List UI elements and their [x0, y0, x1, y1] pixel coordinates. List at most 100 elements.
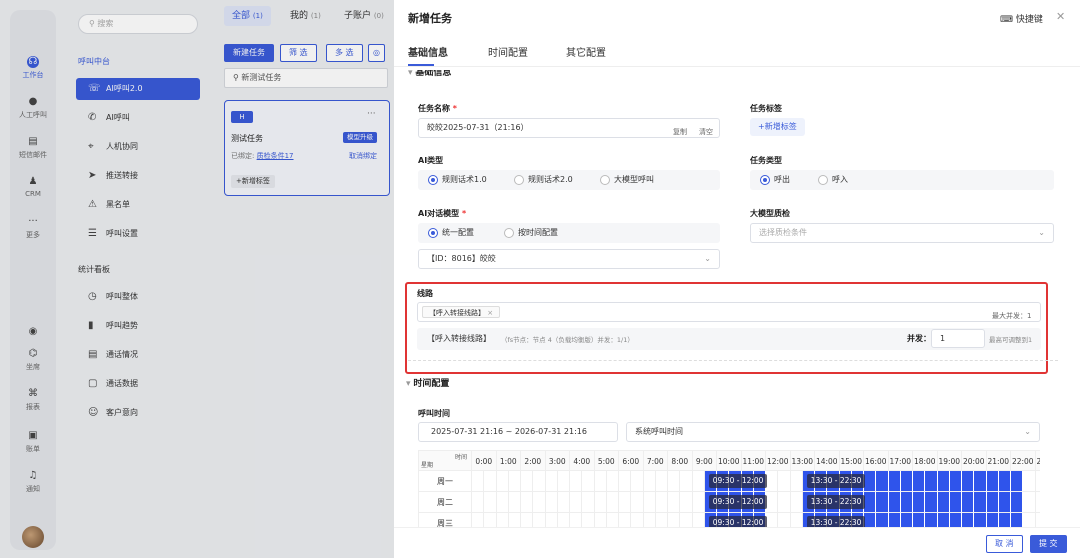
schedule-cell[interactable]	[778, 492, 791, 513]
schedule-cell[interactable]	[594, 513, 607, 528]
schedule-cell[interactable]	[790, 513, 803, 528]
schedule-cell[interactable]	[582, 471, 595, 492]
schedule-cell[interactable]	[692, 471, 705, 492]
schedule-cell[interactable]	[998, 492, 1011, 513]
schedule-cell[interactable]	[766, 492, 779, 513]
schedule-cell[interactable]	[508, 471, 521, 492]
schedule-cell[interactable]	[655, 471, 668, 492]
schedule-cell[interactable]	[484, 513, 497, 528]
schedule-cell[interactable]	[937, 513, 950, 528]
schedule-cell[interactable]	[606, 513, 619, 528]
schedule-cell[interactable]	[680, 513, 693, 528]
schedule-cell[interactable]	[864, 471, 877, 492]
cancel-button[interactable]: 取 消	[986, 535, 1023, 553]
schedule-cell[interactable]	[643, 492, 656, 513]
chip-close-icon[interactable]: ×	[487, 309, 493, 317]
schedule-cell[interactable]	[1011, 513, 1024, 528]
close-icon[interactable]: ✕	[1056, 10, 1065, 23]
schedule-cell[interactable]	[594, 492, 607, 513]
schedule-cell[interactable]	[998, 513, 1011, 528]
schedule-cell[interactable]	[864, 513, 877, 528]
schedule-cell[interactable]	[937, 471, 950, 492]
schedule-cell[interactable]	[643, 471, 656, 492]
shortcut-button[interactable]: ⌨ 快捷键	[1000, 12, 1043, 25]
schedule-cell[interactable]	[974, 492, 987, 513]
schedule-cell[interactable]	[668, 492, 681, 513]
schedule-cell[interactable]	[496, 513, 509, 528]
schedule-cell[interactable]	[472, 492, 485, 513]
schedule-cell[interactable]	[570, 513, 583, 528]
schedule-cell[interactable]	[692, 492, 705, 513]
schedule-cell[interactable]	[484, 492, 497, 513]
schedule-cell[interactable]	[1023, 471, 1036, 492]
schedule-cell[interactable]	[557, 471, 570, 492]
schedule-cell[interactable]	[900, 513, 913, 528]
schedule-cell[interactable]	[533, 471, 546, 492]
schedule-cell[interactable]	[655, 513, 668, 528]
schedule-cell[interactable]	[619, 492, 632, 513]
schedule-cell[interactable]	[876, 513, 889, 528]
concurrency-input[interactable]: 1	[931, 329, 985, 348]
schedule-cell[interactable]	[606, 471, 619, 492]
radio-outbound[interactable]: 呼出	[760, 175, 790, 185]
schedule-cell[interactable]	[766, 513, 779, 528]
schedule-cell[interactable]	[631, 513, 644, 528]
schedule-cell[interactable]	[888, 471, 901, 492]
schedule-cell[interactable]	[655, 492, 668, 513]
schedule-cell[interactable]	[876, 492, 889, 513]
schedule-cell[interactable]	[521, 492, 534, 513]
schedule-cell[interactable]	[1035, 471, 1040, 492]
schedule-cell[interactable]	[533, 513, 546, 528]
schedule-cell[interactable]	[496, 471, 509, 492]
schedule-cell[interactable]	[668, 471, 681, 492]
schedule-cell[interactable]	[680, 492, 693, 513]
schedule-cell[interactable]	[643, 513, 656, 528]
schedule-cell[interactable]	[974, 471, 987, 492]
schedule-cell[interactable]	[913, 492, 926, 513]
schedule-cell[interactable]	[680, 471, 693, 492]
clear-button[interactable]: 清空	[699, 123, 713, 141]
schedule-cell[interactable]	[949, 471, 962, 492]
schedule-cell[interactable]	[962, 513, 975, 528]
schedule-cell[interactable]	[594, 471, 607, 492]
schedule-cell[interactable]	[766, 471, 779, 492]
schedule-cell[interactable]	[533, 492, 546, 513]
schedule-cell[interactable]	[925, 513, 938, 528]
schedule-cell[interactable]	[778, 513, 791, 528]
schedule-cell[interactable]	[521, 513, 534, 528]
schedule-cell[interactable]	[692, 513, 705, 528]
schedule-cell[interactable]	[606, 492, 619, 513]
schedule-cell[interactable]	[521, 471, 534, 492]
schedule-cell[interactable]	[557, 513, 570, 528]
schedule-cell[interactable]	[1023, 492, 1036, 513]
schedule-cell[interactable]	[619, 513, 632, 528]
schedule-cell[interactable]	[545, 513, 558, 528]
schedule-cell[interactable]	[937, 492, 950, 513]
schedule-cell[interactable]	[949, 513, 962, 528]
schedule-cell[interactable]	[962, 492, 975, 513]
schedule-cell[interactable]	[925, 471, 938, 492]
schedule-cell[interactable]	[545, 492, 558, 513]
line-select[interactable]: 【呼入转接线路】 × 最大并发：1	[417, 302, 1041, 322]
schedule-cell[interactable]	[582, 492, 595, 513]
schedule-cell[interactable]	[557, 492, 570, 513]
modal-overlay[interactable]	[0, 0, 394, 558]
qc-condition-select[interactable]: 选择质检条件 ⌄	[750, 223, 1054, 243]
schedule-cell[interactable]	[913, 513, 926, 528]
schedule-cell[interactable]	[582, 513, 595, 528]
submit-button[interactable]: 提 交	[1030, 535, 1067, 553]
schedule-cell[interactable]	[1011, 492, 1024, 513]
schedule-cell[interactable]	[508, 492, 521, 513]
schedule-cell[interactable]	[864, 492, 877, 513]
schedule-cell[interactable]	[790, 492, 803, 513]
tab-time-config[interactable]: 时间配置	[488, 44, 528, 59]
schedule-cell[interactable]	[900, 471, 913, 492]
add-tag-button[interactable]: +新增标签	[750, 118, 805, 136]
schedule-cell[interactable]	[508, 513, 521, 528]
schedule-cell[interactable]	[790, 471, 803, 492]
radio-unified-config[interactable]: 统一配置	[428, 228, 474, 238]
schedule-cell[interactable]	[913, 471, 926, 492]
schedule-grid[interactable]: 时间 星期 0:00 1:00 2:00 3:00 4:00 5:00 6:00 7:00 8:00…	[418, 450, 1040, 528]
schedule-cell[interactable]	[1011, 471, 1024, 492]
call-time-zone-select[interactable]: 系统呼叫时间 ⌄	[626, 422, 1040, 442]
